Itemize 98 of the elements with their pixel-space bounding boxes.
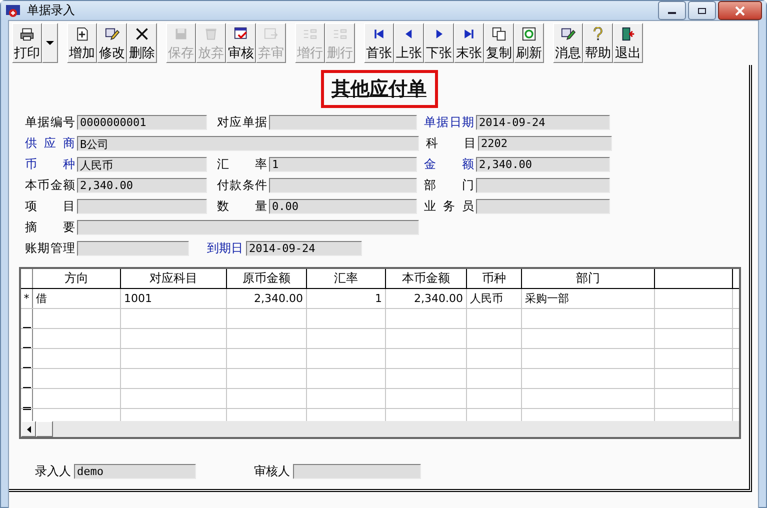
toolbar-button[interactable]: 审核 [226,23,256,63]
caret-icon [46,41,54,45]
copy-icon [491,27,507,41]
close-icon [735,6,745,16]
input-field[interactable] [269,115,417,130]
table-row[interactable] [21,329,739,349]
input-field[interactable]: 人民币 [77,157,207,172]
add-document-icon [74,27,90,41]
input-field[interactable]: 2014-09-24 [476,115,610,130]
field-label: 单据编号 [25,114,75,131]
scroll-thumb[interactable] [36,421,53,437]
field-label: 本币金额 [25,177,75,194]
field-label: 供应商 [25,135,75,152]
input-field[interactable]: demo [74,464,196,478]
input-field[interactable]: 2014-09-24 [246,241,362,256]
field-label: 对应单据 [217,114,267,131]
column-header[interactable]: 对应科目 [121,269,227,288]
input-field[interactable] [476,178,610,193]
field-label: 数量 [217,198,267,215]
scrollbar[interactable] [21,421,739,437]
input-field[interactable] [77,220,419,235]
field-label: 账期管理 [25,240,75,257]
column-header[interactable]: 本币金额 [386,269,467,288]
table-cell: 2,340.00 [227,289,307,308]
cross-icon [134,27,150,41]
close-button[interactable] [718,1,762,20]
toolbar-button[interactable]: 打印 [12,23,42,63]
field-label: 项目 [25,198,75,215]
field-label: 到期日 [207,240,243,257]
minimize-button[interactable] [658,1,686,20]
toolbar-button[interactable]: 上张 [394,23,424,63]
field-label: 单据日期 [424,114,474,131]
trash-can-icon [203,27,219,41]
door-icon [620,27,636,41]
table-row[interactable]: * 借 1001 2,340.00 1 2,340.00 人民币 采购一部 [21,289,739,309]
input-field[interactable] [293,464,421,478]
toolbar-button[interactable]: 复制 [484,23,514,63]
table-row[interactable] [21,349,739,369]
field-label: 业务员 [424,198,474,215]
window-title: 单据录入 [27,2,76,19]
maximize-button[interactable] [688,1,716,20]
input-field[interactable] [77,241,189,256]
table-cell: 1001 [121,289,227,308]
input-field[interactable]: 2,340.00 [476,157,610,172]
check-document-icon [233,27,249,41]
table-row[interactable] [21,369,739,389]
input-field[interactable] [77,199,207,214]
input-field[interactable]: 1 [269,157,417,172]
field-label: 汇率 [217,156,267,173]
table-cell: 借 [33,289,121,308]
toolbar-button[interactable]: 增加 [67,23,97,63]
column-header[interactable]: 方向 [33,269,121,288]
scroll-left-icon [26,426,30,432]
toolbar-button[interactable]: 下张 [424,23,454,63]
field-label: 录入人 [35,462,71,480]
document-pencil-icon [560,27,576,41]
toolbar-button[interactable]: 修改 [97,23,127,63]
field-label: 付款条件 [217,177,267,194]
toolbar-button[interactable]: 帮助 [583,23,613,63]
rows-icon [332,27,348,41]
table-cell: 1 [307,289,386,308]
maximize-icon [697,6,707,14]
input-field[interactable] [476,199,610,214]
toolbar-button[interactable]: 消息 [553,23,583,63]
field-label: 摘要 [25,219,75,236]
input-field[interactable]: 0.00 [269,199,417,214]
column-header[interactable]: 原币金额 [227,269,307,288]
document-title: 其他应付单 [320,70,438,108]
input-field[interactable]: 2,340.00 [77,178,207,193]
toolbar-button[interactable]: 退出 [613,23,643,63]
app-icon [5,2,21,18]
input-field[interactable]: 0000000001 [77,115,207,130]
pencil-icon [104,27,120,41]
rows-icon [302,27,318,41]
input-field[interactable] [269,178,417,193]
dropdown-button[interactable] [42,23,58,63]
field-label: 审核人 [254,462,290,480]
table-cell: 采购一部 [522,289,655,308]
toolbar-button[interactable]: 首张 [364,23,394,63]
field-label: 科目 [426,135,476,152]
field-label: 币种 [25,156,75,173]
table-cell: 2,340.00 [386,289,467,308]
toolbar-button[interactable]: 删除 [127,23,157,63]
table-row[interactable] [21,309,739,329]
toolbar-button[interactable]: 刷新 [514,23,544,63]
field-label: 部门 [424,177,474,194]
column-header[interactable]: 部门 [522,269,655,288]
input-field[interactable]: 2202 [478,136,612,151]
column-header[interactable]: 汇率 [307,269,386,288]
table-cell: 人民币 [467,289,522,308]
column-header[interactable]: 币种 [467,269,522,288]
input-field[interactable]: B公司 [77,136,419,151]
field-label: 金额 [424,156,474,173]
refresh-icon [521,27,537,41]
table-row[interactable] [21,389,739,409]
printer-icon [19,27,35,41]
scroll-left-button[interactable] [21,421,36,437]
toolbar-button[interactable]: 末张 [454,23,484,63]
